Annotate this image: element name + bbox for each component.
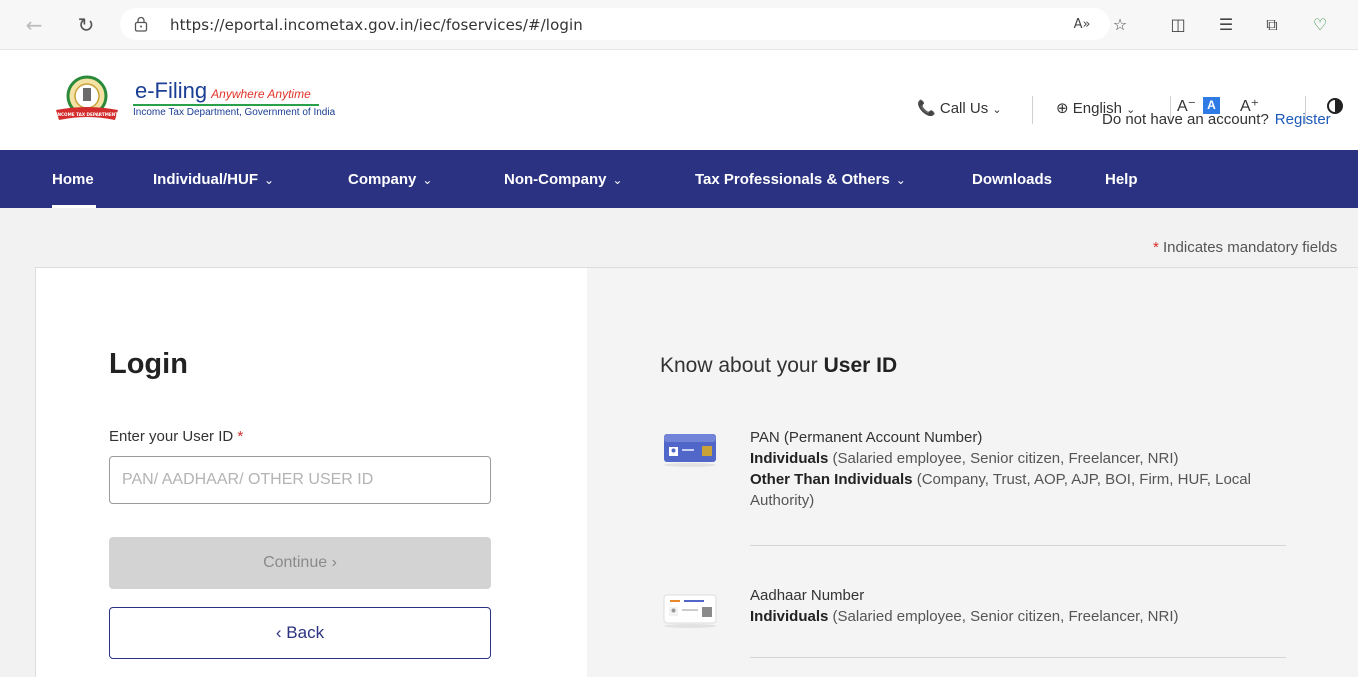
nav-tax-professionals[interactable]: Tax Professionals & Others ⌄ (695, 171, 906, 188)
chevron-right-icon: › (331, 554, 337, 571)
address-bar[interactable]: https://eportal.incometax.gov.in/iec/fos… (120, 8, 1110, 40)
login-title: Login (109, 348, 188, 380)
svg-text:INCOME TAX DEPARTMENT: INCOME TAX DEPARTMENT (56, 112, 118, 117)
nav-non-company[interactable]: Non-Company ⌄ (504, 171, 623, 188)
mandatory-note: * Indicates mandatory fields (1153, 239, 1338, 256)
no-account-text: Do not have an account? (1102, 111, 1269, 128)
chevron-down-icon: ⌄ (612, 173, 623, 187)
efiling-logo-title[interactable]: e-Filing Anywhere Anytime (135, 78, 311, 104)
nav-downloads[interactable]: Downloads (972, 171, 1052, 188)
refresh-icon[interactable]: ↻ (75, 14, 97, 36)
chevron-left-icon: ‹ (275, 623, 282, 642)
back-arrow-icon[interactable]: ← (23, 14, 45, 36)
favorites-list-icon[interactable]: ☰ (1216, 15, 1236, 35)
chevron-down-icon: ⌄ (992, 104, 1002, 116)
browser-toolbar: ← ↻ https://eportal.incometax.gov.in/iec… (0, 0, 1358, 50)
main-navigation: Home Individual/HUF ⌄ Company ⌄ Non-Compan… (0, 150, 1358, 208)
nav-help[interactable]: Help (1105, 171, 1138, 188)
split-screen-icon[interactable]: ◫ (1168, 15, 1188, 35)
user-id-label: Enter your User ID * (109, 428, 244, 445)
chevron-down-icon: ⌄ (422, 173, 433, 187)
nav-company[interactable]: Company ⌄ (348, 171, 432, 188)
chevron-down-icon: ⌄ (895, 173, 906, 187)
logo-title-text: e-Filing (135, 78, 208, 103)
logo-tagline: Anywhere Anytime (211, 87, 311, 101)
lock-icon[interactable] (134, 16, 148, 32)
browser-essentials-icon[interactable]: ♡ (1310, 15, 1330, 35)
url-text[interactable]: https://eportal.incometax.gov.in/iec/fos… (170, 16, 583, 34)
chevron-down-icon: ⌄ (264, 173, 275, 187)
register-link[interactable]: Register (1275, 111, 1331, 128)
globe-icon: ⊕ (1056, 99, 1069, 117)
call-us-label: Call Us (939, 100, 989, 117)
know-user-id-title: Know about your User ID (660, 354, 898, 377)
collections-icon[interactable]: ⧉ (1262, 15, 1282, 35)
logo-divider (133, 104, 319, 106)
info-divider (750, 545, 1286, 546)
call-us-menu[interactable]: 📞 Call Us ⌄ (917, 99, 1002, 117)
user-id-input[interactable] (109, 456, 491, 504)
emblem-logo-icon[interactable]: INCOME TAX DEPARTMENT (52, 74, 122, 124)
read-aloud-icon[interactable]: A» (1072, 15, 1092, 35)
nav-individual-huf[interactable]: Individual/HUF ⌄ (153, 171, 274, 188)
pan-info: PAN (Permanent Account Number) Individua… (750, 429, 1251, 509)
nav-home[interactable]: Home (52, 171, 94, 188)
continue-button[interactable]: Continue › (109, 537, 491, 589)
back-button[interactable]: ‹ Back (109, 607, 491, 659)
register-prompt: Do not have an account? Register (1102, 111, 1331, 128)
header-divider (1032, 96, 1033, 124)
aadhaar-info: Aadhaar Number Individuals (Salaried emp… (750, 587, 1179, 625)
favorite-star-icon[interactable]: ☆ (1110, 15, 1130, 35)
pan-card-icon (664, 434, 716, 467)
aadhaar-card-icon (663, 594, 717, 628)
logo-subtitle: Income Tax Department, Government of Ind… (133, 107, 336, 118)
phone-icon: 📞 (917, 100, 936, 117)
info-divider (750, 657, 1286, 658)
